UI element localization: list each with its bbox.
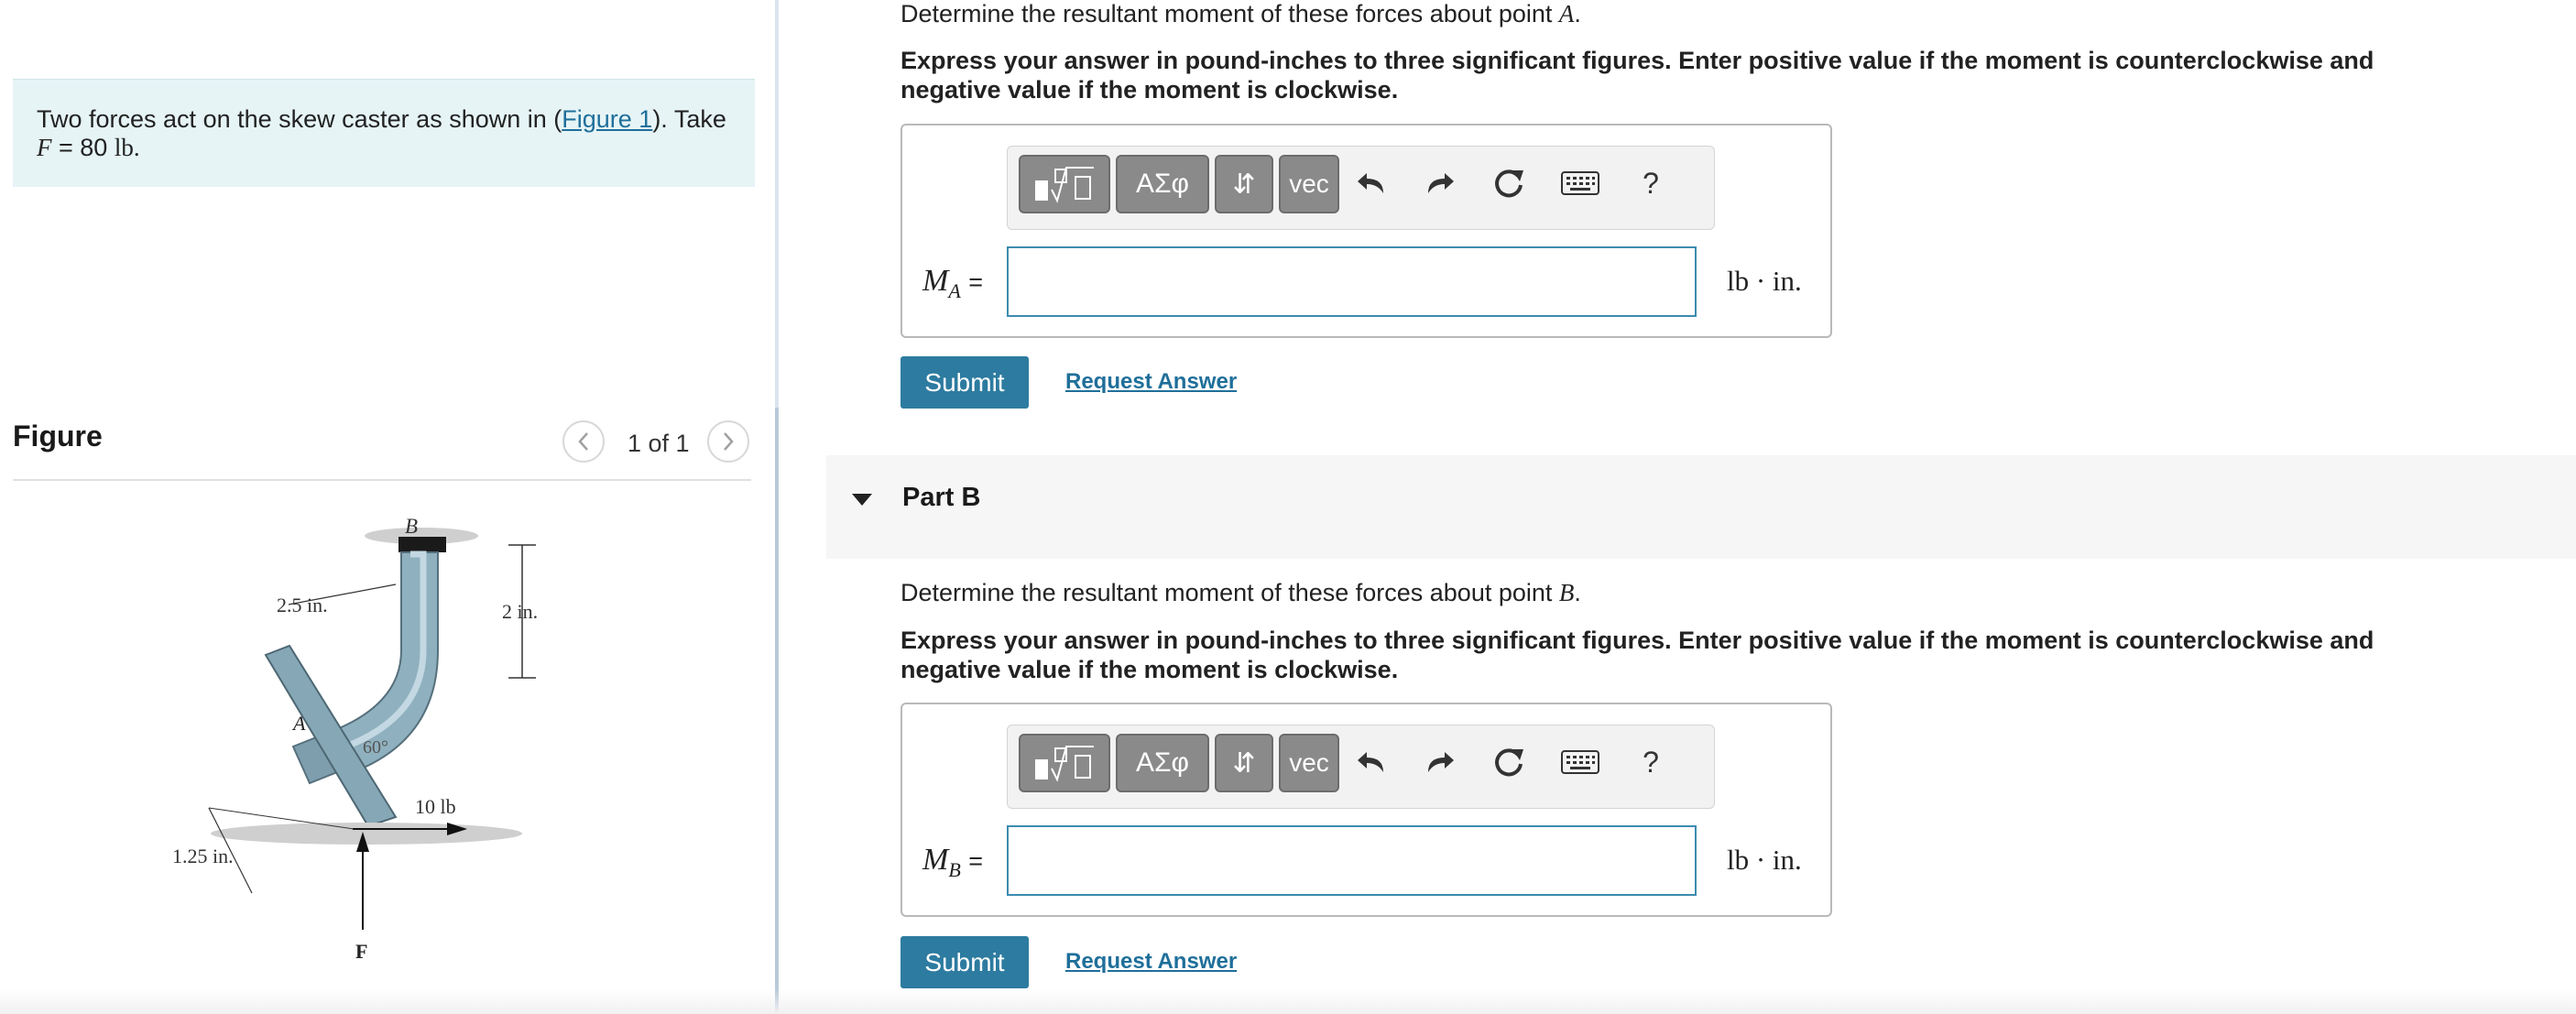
redo-icon [1428, 752, 1454, 772]
part-b-request-answer-link[interactable]: Request Answer [1065, 949, 1237, 975]
figure-title: Figure [13, 420, 103, 452]
redo-icon [1428, 173, 1454, 193]
label-dim-2: 2 in. [502, 600, 538, 623]
problem-statement: Two forces act on the skew caster as sho… [13, 79, 755, 187]
part-b-header[interactable]: Part B [826, 455, 2576, 559]
ground-shadow [211, 823, 522, 845]
part-a-unit: lb · in. [1727, 265, 1802, 297]
reset-button[interactable] [1489, 742, 1529, 782]
part-b-answer-input[interactable] [1007, 825, 1697, 896]
figure-page-count: 1 of 1 [628, 430, 690, 457]
label-force-10: 10 lb [415, 795, 456, 818]
arrows-button[interactable]: ⇵ [1215, 155, 1273, 213]
keyboard-icon [1561, 171, 1599, 195]
part-b-question-end: . [1574, 579, 1581, 606]
part-b-unit: lb · in. [1727, 844, 1802, 876]
part-a-request-answer-link[interactable]: Request Answer [1065, 369, 1237, 395]
keyboard-button[interactable] [1557, 742, 1603, 782]
problem-unit: lb. [114, 134, 140, 161]
chevron-left-icon [578, 432, 588, 451]
templates-icon [1035, 167, 1094, 203]
undo-button[interactable] [1351, 163, 1392, 203]
undo-icon [1358, 173, 1383, 193]
label-dim-1-25: 1.25 in. [172, 845, 234, 867]
problem-text-after: ). Take [652, 105, 726, 133]
keyboard-button[interactable] [1557, 163, 1603, 203]
part-a-equals: = [968, 268, 984, 296]
part-b-submit-button[interactable]: Submit [901, 936, 1029, 988]
chevron-right-icon [724, 432, 734, 451]
arrows-button[interactable]: ⇵ [1215, 734, 1273, 792]
undo-button[interactable] [1351, 742, 1392, 782]
help-button[interactable]: ? [1631, 163, 1671, 203]
part-a-math-toolbar: ΑΣφ ⇵ vec ? [1007, 146, 1715, 230]
caret-down-icon [852, 494, 872, 506]
label-dim-2-5: 2.5 in. [277, 594, 328, 616]
part-a-answer-box: ΑΣφ ⇵ vec ? MA = lb · in. [901, 124, 1832, 338]
vec-button[interactable]: vec [1279, 734, 1339, 792]
part-b-question: Determine the resultant moment of these … [901, 579, 1581, 607]
top-bracket [398, 537, 446, 552]
templates-button[interactable] [1019, 734, 1110, 792]
problem-text-before: Two forces act on the skew caster as sho… [37, 105, 562, 133]
part-a-submit-button[interactable]: Submit [901, 356, 1029, 409]
vec-button[interactable]: vec [1279, 155, 1339, 213]
part-b-instruction: Express your answer in pound-inches to t… [901, 627, 2374, 683]
part-a-point: A [1558, 0, 1575, 27]
part-a-var: M [922, 264, 949, 298]
label-b: B [405, 515, 418, 538]
part-b-answer-box: ΑΣφ ⇵ vec ? MB = lb · in. [901, 703, 1832, 917]
part-b-title: Part B [902, 483, 981, 512]
part-b-variable: MB = [922, 843, 983, 882]
part-a-question-text: Determine the resultant moment of these … [901, 0, 1559, 27]
part-b-question-text: Determine the resultant moment of these … [901, 579, 1559, 606]
label-a: A [291, 712, 306, 735]
bottom-fade [0, 989, 2576, 1014]
label-force-f: F [355, 940, 367, 963]
part-b-var-sub: B [948, 857, 961, 881]
left-pane: Two forces act on the skew caster as sho… [0, 0, 775, 1014]
part-b-math-toolbar: ΑΣφ ⇵ vec ? [1007, 725, 1715, 809]
part-a-instruction: Express your answer in pound-inches to t… [901, 47, 2374, 104]
part-b-equals: = [968, 847, 984, 875]
next-figure-button[interactable] [707, 420, 749, 463]
part-a-var-sub: A [948, 278, 961, 302]
part-a-answer-input[interactable] [1007, 246, 1697, 317]
part-a-question-end: . [1574, 0, 1581, 27]
redo-button[interactable] [1420, 742, 1460, 782]
part-a-question: Determine the resultant moment of these … [901, 0, 1581, 28]
redo-button[interactable] [1420, 163, 1460, 203]
undo-icon [1358, 752, 1383, 772]
problem-equals: = 80 [51, 134, 115, 161]
reset-icon [1495, 169, 1523, 198]
templates-icon [1035, 746, 1094, 782]
part-a-variable: MA = [922, 264, 983, 303]
part-b-var: M [922, 843, 949, 877]
figure-header: Figure 1 of 1 [13, 417, 751, 481]
problem-var-f: F [37, 134, 52, 161]
keyboard-icon [1561, 750, 1599, 774]
part-b-point: B [1558, 579, 1575, 606]
right-pane: Determine the resultant moment of these … [779, 0, 2576, 1014]
greek-button[interactable]: ΑΣφ [1116, 734, 1209, 792]
figure-link[interactable]: Figure 1 [562, 105, 652, 133]
templates-button[interactable] [1019, 155, 1110, 213]
help-button[interactable]: ? [1631, 742, 1671, 782]
label-angle: 60° [363, 737, 388, 758]
prev-figure-button[interactable] [562, 420, 605, 463]
greek-button[interactable]: ΑΣφ [1116, 155, 1209, 213]
reset-icon [1495, 748, 1523, 777]
reset-button[interactable] [1489, 163, 1529, 203]
skew-caster-figure: B A 60° 10 lb F 2 in. 2.5 in. 1.25 in. [172, 515, 538, 963]
